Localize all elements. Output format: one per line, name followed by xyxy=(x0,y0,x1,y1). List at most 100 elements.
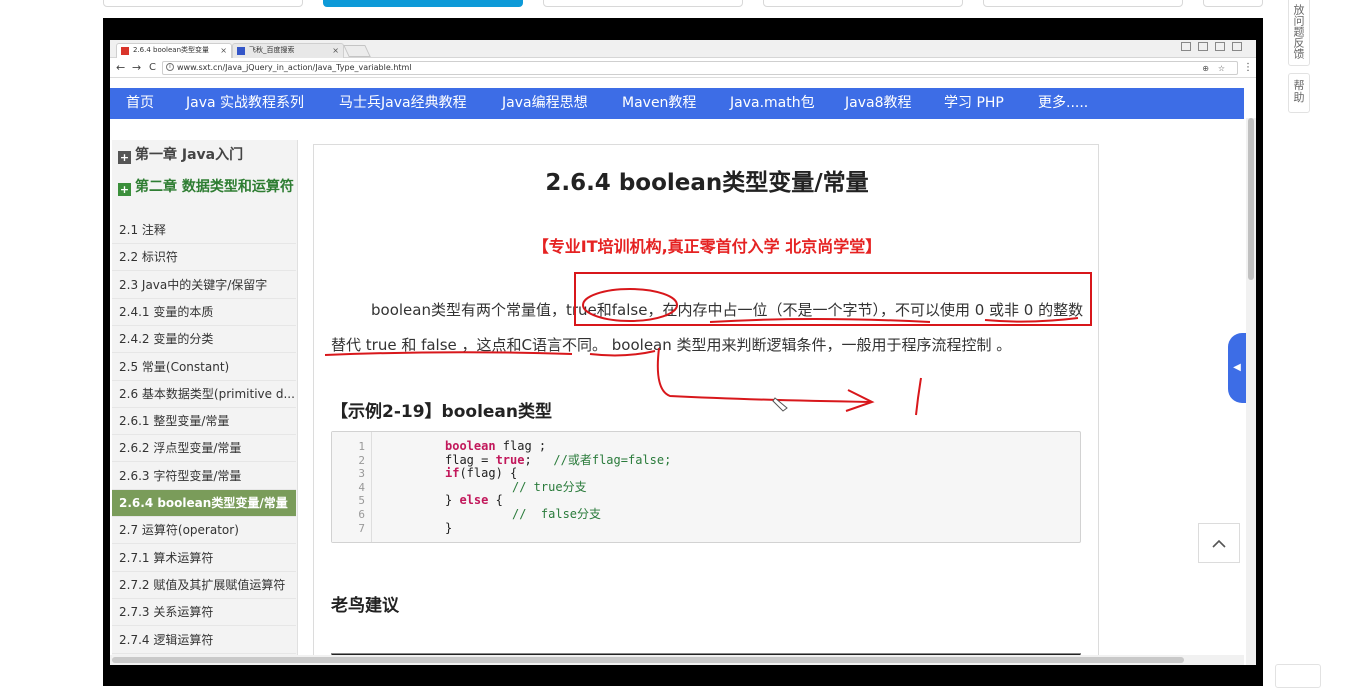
sidebar-item[interactable]: 2.4.1 变量的本质 xyxy=(112,298,296,326)
nav-item-maven[interactable]: Maven教程 xyxy=(622,88,696,119)
close-tab-icon[interactable]: × xyxy=(220,44,227,57)
host-tab-4[interactable] xyxy=(763,0,963,7)
code-line: // true分支 xyxy=(512,479,587,495)
sidebar-item[interactable]: 2.2 标识符 xyxy=(112,244,296,272)
sidebar-chapter-2[interactable]: + 第二章 数据类型和运算符 xyxy=(112,179,298,217)
line-number: 4 xyxy=(358,480,365,494)
nav-item-java-tutorials[interactable]: Java 实战教程系列 xyxy=(186,88,304,119)
line-number: 7 xyxy=(358,521,365,535)
zoom-icon[interactable]: ⊕ xyxy=(1202,63,1209,75)
address-bar: ← → C i www.sxt.cn/Java_jQuery_in_action… xyxy=(110,58,1256,78)
chapter-label: 第一章 Java入门 xyxy=(135,147,244,163)
code-comment: // true分支 xyxy=(512,479,587,494)
browser-tab[interactable]: 飞秋_百度搜索 × xyxy=(232,43,344,58)
article-panel: 2.6.4 boolean类型变量/常量 【专业IT培训机构,真正零首付入学 北… xyxy=(313,144,1099,665)
page-title: 2.6.4 boolean类型变量/常量 xyxy=(545,170,869,196)
code-text: (flag) { xyxy=(459,466,518,481)
info-icon[interactable]: i xyxy=(166,63,174,71)
nav-item-java-math[interactable]: Java.math包 xyxy=(730,88,815,119)
sidebar-item[interactable]: 2.7 运算符(operator) xyxy=(112,517,296,545)
sidebar-item[interactable]: 2.6.1 整型变量/常量 xyxy=(112,408,296,436)
close-window-icon[interactable] xyxy=(1232,42,1242,51)
vertical-scroll-thumb[interactable] xyxy=(1248,118,1254,280)
article-paragraph: boolean类型有两个常量值，true和false，在内存中占一位（不是一个字… xyxy=(331,301,1084,354)
code-text: flag = xyxy=(445,452,496,467)
host-tab-3[interactable] xyxy=(543,0,743,7)
sidebar-item[interactable]: 2.6.2 浮点型变量/常量 xyxy=(112,435,296,463)
code-block: 1 2 3 4 5 6 7 boolean flag ; flag = true… xyxy=(331,431,1081,543)
line-number: 3 xyxy=(358,467,365,481)
line-number: 1 xyxy=(358,440,365,453)
back-to-top-button[interactable] xyxy=(1198,523,1240,563)
side-panel-toggle[interactable]: ◀ xyxy=(1228,333,1246,403)
host-corner-widget[interactable] xyxy=(1275,664,1321,688)
host-tab-6[interactable] xyxy=(1203,0,1263,7)
sidebar-item[interactable]: 2.7.3 关系运算符 xyxy=(112,599,296,627)
line-number: 6 xyxy=(358,508,365,521)
sidebar-item-active[interactable]: 2.6.4 boolean类型变量/常量 xyxy=(112,490,296,517)
maximize-icon[interactable] xyxy=(1215,42,1225,51)
expand-icon[interactable]: + xyxy=(118,183,131,196)
code-keyword: else xyxy=(459,493,489,508)
browser-tab-title: 2.6.4 boolean类型变量 xyxy=(133,46,210,54)
line-number: 5 xyxy=(358,494,365,508)
host-top-tabs xyxy=(0,0,1367,18)
sidebar-item[interactable]: 2.6.3 字符型变量/常量 xyxy=(112,462,296,490)
bookmark-star-icon[interactable]: ☆ xyxy=(1218,63,1225,75)
code-keyword: true xyxy=(495,452,525,467)
sidebar-item[interactable]: 2.7.4 逻辑运算符 xyxy=(112,626,296,654)
code-gutter: 1 2 3 4 5 6 7 xyxy=(332,432,372,542)
forward-button[interactable]: → xyxy=(132,61,141,75)
expand-icon[interactable]: + xyxy=(118,151,131,164)
code-keyword: if xyxy=(445,466,460,481)
sidebar-item[interactable]: 2.7.2 赋值及其扩展赋值运算符 xyxy=(112,571,296,599)
new-tab-button[interactable] xyxy=(343,45,371,57)
code-text: { xyxy=(488,493,503,508)
minimize-icon[interactable] xyxy=(1198,42,1208,51)
site-favicon-icon xyxy=(121,47,129,55)
tip-title: 老鸟建议 xyxy=(331,596,399,616)
menu-icon[interactable]: ⋮ xyxy=(1243,61,1253,75)
code-text: } xyxy=(445,520,453,535)
back-button[interactable]: ← xyxy=(116,61,125,75)
sidebar-item[interactable]: 2.6 基本数据类型(primitive d... xyxy=(112,380,296,408)
example-title: 【示例2-19】boolean类型 xyxy=(331,402,552,422)
feedback-button[interactable]: 放问题反馈 xyxy=(1288,0,1310,66)
chapter-label: 第二章 数据类型和运算符 xyxy=(135,179,294,195)
nav-item-home[interactable]: 首页 xyxy=(126,88,154,119)
baidu-favicon-icon xyxy=(237,47,245,55)
code-line: } else { xyxy=(445,494,503,508)
sidebar-item[interactable]: 2.1 注释 xyxy=(112,217,296,244)
url-input[interactable]: i www.sxt.cn/Java_jQuery_in_action/Java_… xyxy=(162,61,1238,75)
nav-item-java8[interactable]: Java8教程 xyxy=(845,88,911,119)
host-tab-active[interactable] xyxy=(323,0,523,7)
browser-tabstrip: 2.6.4 boolean类型变量 × 飞秋_百度搜索 × xyxy=(110,40,1256,58)
code-line: flag = true; //或者flag=false; xyxy=(445,452,672,468)
sidebar-item[interactable]: 2.4.2 变量的分类 xyxy=(112,326,296,354)
close-tab-icon[interactable]: × xyxy=(332,44,339,57)
code-line: if(flag) { xyxy=(445,466,518,481)
collapse-arrow-icon: ◀ xyxy=(1233,362,1241,373)
promo-link[interactable]: 【专业IT培训机构,真正零首付入学 北京尚学堂】 xyxy=(314,233,1100,257)
code-line: // false分支 xyxy=(512,507,601,522)
nav-item-more[interactable]: 更多..... xyxy=(1038,88,1088,119)
nav-item-php[interactable]: 学习 PHP xyxy=(944,88,1004,119)
user-icon[interactable] xyxy=(1181,42,1191,51)
sidebar-item[interactable]: 2.5 常量(Constant) xyxy=(112,353,296,381)
host-tab-5[interactable] xyxy=(983,0,1183,7)
line-number: 2 xyxy=(358,453,365,467)
nav-item-java-thinking[interactable]: Java编程思想 xyxy=(502,88,588,119)
video-screen: 2.6.4 boolean类型变量 × 飞秋_百度搜索 × ← → C i ww… xyxy=(110,40,1256,665)
sidebar-chapter-1[interactable]: + 第一章 Java入门 xyxy=(112,146,298,170)
host-tab-1[interactable] xyxy=(103,0,303,7)
code-comment: //或者flag=false; xyxy=(553,452,672,467)
url-text: www.sxt.cn/Java_jQuery_in_action/Java_Ty… xyxy=(177,63,412,72)
nav-item-msb-java[interactable]: 马士兵Java经典教程 xyxy=(339,88,467,119)
horizontal-scroll-thumb[interactable] xyxy=(112,657,1184,663)
reload-button[interactable]: C xyxy=(149,61,156,75)
browser-tab-active[interactable]: 2.6.4 boolean类型变量 × xyxy=(116,43,232,58)
sidebar-item[interactable]: 2.7.1 算术运算符 xyxy=(112,544,296,572)
help-button[interactable]: 帮助 xyxy=(1288,73,1310,113)
sidebar-item[interactable]: 2.3 Java中的关键字/保留字 xyxy=(112,271,296,299)
main-nav: 首页 Java 实战教程系列 马士兵Java经典教程 Java编程思想 Mave… xyxy=(110,88,1244,119)
